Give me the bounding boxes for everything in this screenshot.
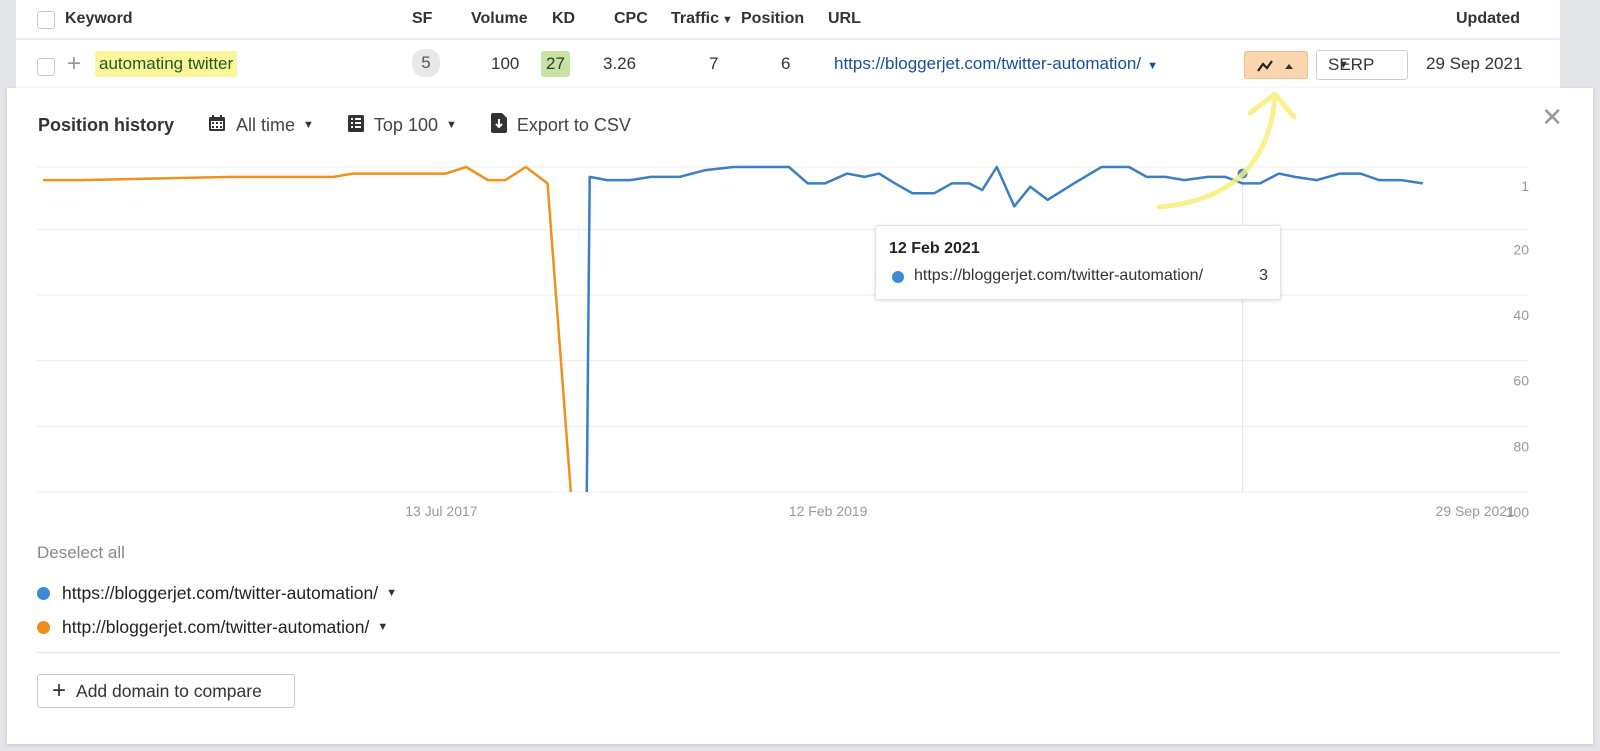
divider [37, 652, 1560, 653]
x-axis-ticks: 13 Jul 2017 12 Feb 2019 29 Sep 2021 [405, 503, 1515, 519]
x-tick-label: 29 Sep 2021 [1435, 503, 1515, 519]
x-tick-label: 13 Jul 2017 [405, 503, 478, 519]
keywords-table: Keyword SF Volume KD CPC Traffic ▼ Positi… [16, 0, 1560, 100]
tooltip-url: https://bloggerjet.com/twitter-automatio… [914, 267, 1204, 284]
chart-tooltip: 12 Feb 2021 https://bloggerjet.com/twitt… [875, 225, 1281, 300]
add-keyword-icon[interactable]: + [67, 50, 81, 78]
tooltip-value: 3 [1259, 267, 1268, 284]
add-domain-button[interactable]: + Add domain to compare [37, 674, 295, 708]
sf-badge[interactable]: 5 [412, 49, 440, 77]
position-value: 6 [781, 54, 791, 73]
x-tick-label: 12 Feb 2019 [789, 503, 868, 519]
sort-desc-icon: ▼ [722, 14, 733, 26]
header-volume[interactable]: Volume [471, 10, 528, 28]
position-history-panel: Position history All time ▼ Top 100 ▼ Expo… [7, 88, 1593, 744]
row-checkbox[interactable] [37, 58, 55, 76]
series-line-https [585, 165, 1424, 493]
legend-item-http[interactable]: http://bloggerjet.com/twitter-automation… [37, 610, 397, 644]
y-tick-label: 80 [1513, 438, 1529, 454]
cpc-value: 3.26 [603, 54, 637, 73]
table-row: + automating twitter 5 100 27 3.26 7 6 h… [16, 42, 1560, 88]
legend-label: http://bloggerjet.com/twitter-automation… [62, 616, 370, 637]
header-url[interactable]: URL [828, 10, 861, 28]
chart-grid [37, 166, 1529, 493]
annotation-arrow [1156, 91, 1297, 210]
kd-badge: 27 [541, 51, 570, 77]
table-header: Keyword SF Volume KD CPC Traffic ▼ Positi… [16, 0, 1560, 40]
y-tick-label: 40 [1513, 307, 1529, 323]
updated-value: 29 Sep 2021 [1426, 54, 1523, 73]
chart-legend: Deselect all https://bloggerjet.com/twit… [37, 543, 397, 644]
deselect-all-link[interactable]: Deselect all [37, 543, 397, 563]
legend-item-https[interactable]: https://bloggerjet.com/twitter-automatio… [37, 576, 397, 610]
url-text[interactable]: https://bloggerjet.com/twitter-automatio… [834, 54, 1141, 73]
position-history-toggle[interactable] [1244, 51, 1308, 79]
serp-button[interactable]: SERP ▼ [1316, 50, 1408, 80]
tooltip-series-dot [892, 271, 904, 283]
keyword-text[interactable]: automating twitter [95, 51, 238, 77]
chevron-down-icon[interactable]: ▼ [386, 587, 397, 599]
header-cpc[interactable]: CPC [614, 10, 648, 28]
legend-dot [37, 586, 50, 600]
caret-up-icon [1285, 64, 1293, 69]
header-traffic-label: Traffic [671, 10, 720, 27]
y-tick-label: 20 [1513, 241, 1529, 257]
legend-label: https://bloggerjet.com/twitter-automatio… [62, 582, 379, 603]
legend-dot [37, 620, 50, 634]
select-all-checkbox[interactable] [37, 11, 55, 29]
y-tick-label: 1 [1521, 178, 1529, 194]
tooltip-date: 12 Feb 2021 [889, 240, 980, 257]
position-chart: 120406080100 13 Jul 2017 12 Feb 2019 29 Se… [37, 91, 1529, 520]
header-sf[interactable]: SF [412, 10, 432, 28]
trend-chart-icon [1257, 60, 1293, 72]
url-link[interactable]: https://bloggerjet.com/twitter-automatio… [834, 54, 1158, 74]
header-kd[interactable]: KD [552, 10, 575, 28]
series-line-http [43, 165, 573, 493]
url-dropdown-icon[interactable]: ▼ [1147, 60, 1158, 72]
header-updated[interactable]: Updated [1456, 10, 1520, 28]
header-traffic[interactable]: Traffic ▼ [671, 10, 733, 28]
y-tick-label: 60 [1513, 373, 1529, 389]
serp-label: SERP [1328, 55, 1375, 74]
traffic-value: 7 [709, 54, 719, 73]
plus-icon: + [52, 677, 67, 704]
header-position[interactable]: Position [741, 10, 804, 28]
chevron-down-icon[interactable]: ▼ [377, 621, 388, 633]
serp-dropdown-icon: ▼ [1338, 59, 1349, 71]
volume-value: 100 [491, 54, 520, 73]
header-keyword[interactable]: Keyword [65, 10, 133, 28]
add-domain-label: Add domain to compare [76, 680, 262, 701]
